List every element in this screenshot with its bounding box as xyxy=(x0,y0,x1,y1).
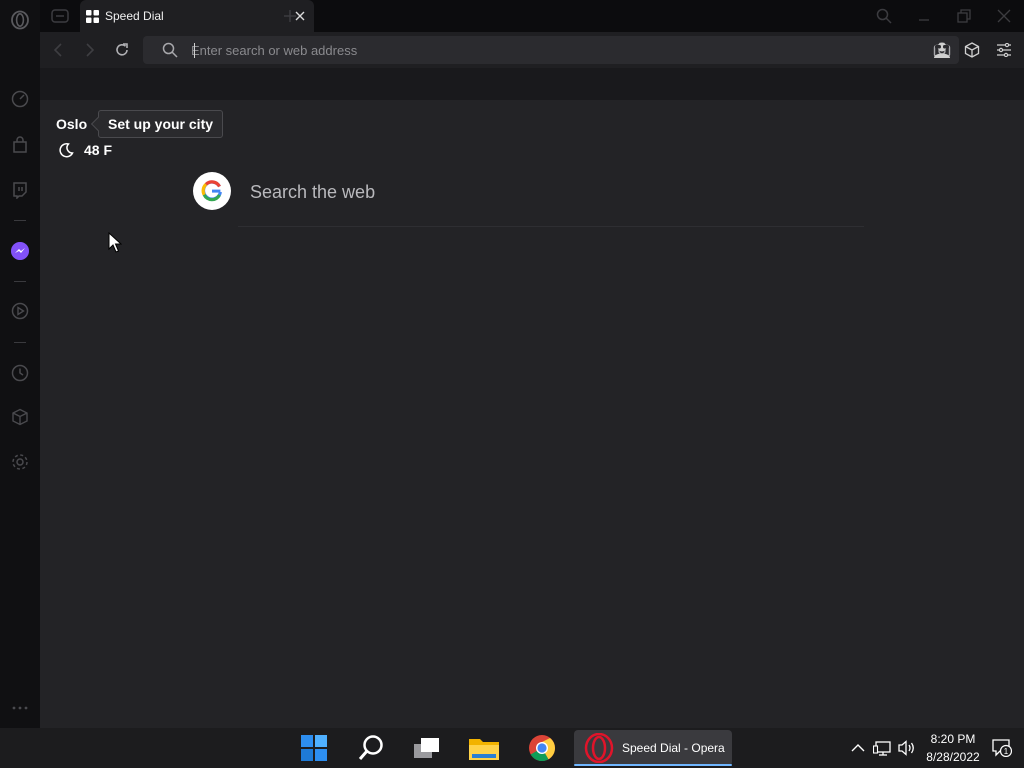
city-setup-tooltip: Set up your city xyxy=(98,110,224,138)
weather-city[interactable]: Oslo xyxy=(56,116,87,132)
task-view-icon[interactable] xyxy=(410,732,444,764)
back-icon[interactable] xyxy=(46,38,70,62)
history-clock-icon[interactable] xyxy=(8,361,32,385)
address-input[interactable] xyxy=(191,40,871,60)
network-icon[interactable] xyxy=(872,738,892,758)
clock-time: 8:20 PM xyxy=(930,732,976,746)
shopping-bag-icon[interactable] xyxy=(8,133,32,157)
windows-taskbar: Speed Dial - Opera 8:20 PM 8/28/2022 1 xyxy=(0,728,1024,768)
messenger-icon[interactable] xyxy=(8,239,32,263)
clock-date: 8/28/2022 xyxy=(926,750,980,764)
system-clock[interactable]: 8:20 PM 8/28/2022 xyxy=(920,730,986,766)
tray-overflow-chevron-icon[interactable] xyxy=(848,738,868,758)
more-dots-icon[interactable] xyxy=(8,696,32,720)
close-window-icon[interactable] xyxy=(992,4,1016,28)
twitch-icon[interactable] xyxy=(8,178,32,202)
active-indicator xyxy=(574,764,732,766)
speed-dial-page: Oslo Set up your city 48 F Search the we… xyxy=(40,100,1024,728)
taskbar-opera-window[interactable]: Speed Dial - Opera xyxy=(574,730,732,766)
opera-logo-icon xyxy=(584,733,614,763)
tab-menu-icon[interactable] xyxy=(48,4,72,28)
taskbar-window-title: Speed Dial - Opera xyxy=(622,741,725,755)
google-logo-icon[interactable] xyxy=(193,172,231,210)
chrome-icon[interactable] xyxy=(525,732,559,764)
extensions-icon[interactable] xyxy=(960,38,984,62)
settings-gear-icon[interactable] xyxy=(8,450,32,474)
web-search-input[interactable]: Search the web xyxy=(250,182,375,203)
address-bar[interactable] xyxy=(143,36,959,64)
file-explorer-icon[interactable] xyxy=(467,732,501,764)
new-tab-icon[interactable] xyxy=(278,4,302,28)
sidebar-divider xyxy=(14,342,26,343)
taskbar-search-icon[interactable] xyxy=(354,732,388,764)
tab-title: Speed Dial xyxy=(105,9,164,23)
notification-center-icon[interactable]: 1 xyxy=(992,738,1012,758)
extensions-cube-icon[interactable] xyxy=(8,405,32,429)
speed-dial-gauge-icon[interactable] xyxy=(8,87,32,111)
windows-start-icon[interactable] xyxy=(297,732,331,764)
tab-search-icon[interactable] xyxy=(872,4,896,28)
text-caret xyxy=(194,43,195,58)
temperature: 48 F xyxy=(84,142,113,158)
forward-icon[interactable] xyxy=(78,38,102,62)
sidebar-divider xyxy=(14,281,26,282)
search-underline xyxy=(238,226,864,227)
player-icon[interactable] xyxy=(8,299,32,323)
toolbar xyxy=(40,32,1024,68)
speed-dial-icon xyxy=(86,9,99,23)
sidebar-divider xyxy=(14,220,26,221)
notification-count: 1 xyxy=(1004,747,1009,756)
restore-icon[interactable] xyxy=(952,4,976,28)
volume-icon[interactable] xyxy=(897,738,917,758)
opera-menu-icon[interactable] xyxy=(8,8,32,32)
mouse-pointer-icon xyxy=(108,231,123,259)
reload-icon[interactable] xyxy=(110,38,134,62)
search-icon xyxy=(162,42,178,58)
minimize-icon[interactable] xyxy=(912,4,936,28)
sidebar xyxy=(0,0,40,728)
moon-icon xyxy=(58,142,74,158)
easy-setup-icon[interactable] xyxy=(992,38,1016,62)
bookmarks-strip xyxy=(40,68,1024,100)
vpn-profile-icon[interactable] xyxy=(930,38,954,62)
tab-bar: Speed Dial xyxy=(40,0,1024,32)
weather-widget[interactable]: 48 F xyxy=(58,142,112,158)
